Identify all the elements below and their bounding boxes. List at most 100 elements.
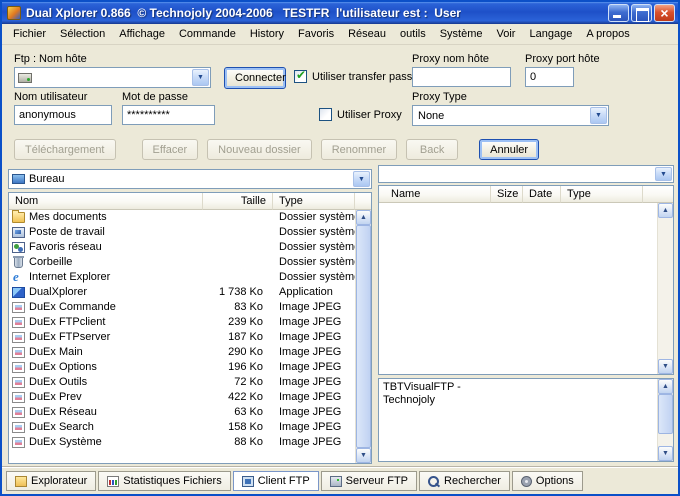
file-row[interactable]: DualXplorer 1 738 Ko Application <box>9 285 355 300</box>
menu-item[interactable]: Favoris <box>291 25 341 43</box>
proxy-host-label: Proxy nom hôte <box>412 53 490 65</box>
proxy-type-combobox[interactable]: None <box>412 105 609 126</box>
column-header-nom[interactable]: Nom <box>9 193 203 210</box>
desktop-icon <box>12 174 25 184</box>
server-ftp-icon <box>329 475 342 487</box>
file-name: DuEx Système <box>29 436 102 448</box>
connect-button[interactable]: Connecter <box>224 67 286 89</box>
menu-item[interactable]: outils <box>393 25 433 43</box>
explorer-icon <box>15 475 27 487</box>
tab-search[interactable]: Rechercher <box>419 471 510 491</box>
minimize-icon[interactable] <box>608 4 629 22</box>
proxy-host-input[interactable] <box>412 67 511 87</box>
local-list-scrollbar[interactable] <box>355 210 371 463</box>
maximize-icon[interactable] <box>631 4 652 22</box>
chevron-down-icon[interactable] <box>590 107 607 124</box>
scroll-up-icon[interactable] <box>658 379 673 394</box>
remote-path-combobox[interactable] <box>378 165 674 183</box>
file-name: Corbeille <box>29 256 73 268</box>
local-file-list: Nom Taille Type Mes documents Dossier sy… <box>8 192 372 464</box>
chevron-down-icon[interactable] <box>655 167 672 181</box>
password-input[interactable] <box>122 105 215 125</box>
column-header-type[interactable]: Type <box>273 193 355 210</box>
local-path-combobox[interactable]: Bureau <box>8 169 372 189</box>
column-header-size[interactable]: Size <box>491 186 523 203</box>
ftp-host-combobox[interactable] <box>14 67 211 88</box>
tab-stats[interactable]: Statistiques Fichiers <box>98 471 231 491</box>
file-name: DuEx Options <box>29 361 97 373</box>
file-row[interactable]: DuEx FTPserver 187 Ko Image JPEG <box>9 330 355 345</box>
file-size: 239 Ko <box>228 316 263 328</box>
toolbar-button[interactable]: Annuler <box>479 139 540 160</box>
scrollbar-thumb[interactable] <box>356 225 371 448</box>
file-row[interactable]: DuEx Prev 422 Ko Image JPEG <box>9 390 355 405</box>
tab-client-ftp[interactable]: Client FTP <box>232 471 319 491</box>
main-area: Bureau Nom Taille Type Mes documents Dos… <box>2 164 678 468</box>
column-header-rtype[interactable]: Type <box>561 186 643 203</box>
image-icon <box>12 377 25 388</box>
file-size: 88 Ko <box>234 436 263 448</box>
toolbar-button: Renommer <box>320 139 398 160</box>
image-icon <box>12 332 25 343</box>
menu-item[interactable]: Affichage <box>112 25 172 43</box>
chevron-down-icon[interactable] <box>353 171 370 187</box>
file-row[interactable]: DuEx FTPclient 239 Ko Image JPEG <box>9 315 355 330</box>
tab-options[interactable]: Options <box>511 471 583 491</box>
scroll-down-icon[interactable] <box>356 448 371 463</box>
column-header-date[interactable]: Date <box>523 186 561 203</box>
file-row[interactable]: DuEx Réseau 63 Ko Image JPEG <box>9 405 355 420</box>
menu-item[interactable]: Sélection <box>53 25 112 43</box>
username-input[interactable] <box>14 105 112 125</box>
scrollbar-track[interactable] <box>658 434 673 446</box>
remote-list-scrollbar[interactable] <box>657 203 673 374</box>
use-proxy-checkbox[interactable]: Utiliser Proxy <box>319 108 402 121</box>
menu-item[interactable]: Système <box>433 25 490 43</box>
scroll-up-icon[interactable] <box>356 210 371 225</box>
file-row[interactable]: Poste de travail Dossier système <box>9 225 355 240</box>
scroll-down-icon[interactable] <box>658 359 673 374</box>
tab-explorer[interactable]: Explorateur <box>6 471 97 491</box>
file-row[interactable]: Corbeille Dossier système <box>9 255 355 270</box>
menu-item[interactable]: History <box>243 25 291 43</box>
passive-transfer-checkbox[interactable]: Utiliser transfer passif <box>294 68 418 83</box>
scrollbar-thumb[interactable] <box>658 394 673 434</box>
menu-item[interactable]: A propos <box>579 25 636 43</box>
proxy-port-input[interactable] <box>525 67 574 87</box>
use-proxy-label: Utiliser Proxy <box>337 108 402 121</box>
stats-icon <box>107 475 120 487</box>
toolbar-button: Téléchargement <box>14 139 116 160</box>
file-size: 187 Ko <box>228 331 263 343</box>
menu-item[interactable]: Fichier <box>6 25 53 43</box>
menu-item[interactable]: Langage <box>522 25 579 43</box>
scrollbar-track[interactable] <box>658 218 673 359</box>
file-row[interactable]: Mes documents Dossier système <box>9 210 355 225</box>
window-title: Dual Xplorer 0.866 © Technojoly 2004-200… <box>26 6 461 20</box>
file-row[interactable]: Favoris réseau Dossier système <box>9 240 355 255</box>
file-row[interactable]: DuEx Options 196 Ko Image JPEG <box>9 360 355 375</box>
file-row[interactable]: Internet Explorer Dossier système <box>9 270 355 285</box>
menu-item[interactable]: Réseau <box>341 25 393 43</box>
file-row[interactable]: DuEx Commande 83 Ko Image JPEG <box>9 300 355 315</box>
checkbox-checked-icon <box>294 68 307 83</box>
chevron-down-icon[interactable] <box>192 69 209 86</box>
menu-item[interactable]: Voir <box>490 25 523 43</box>
scroll-up-icon[interactable] <box>658 203 673 218</box>
file-row[interactable]: DuEx Search 158 Ko Image JPEG <box>9 420 355 435</box>
close-icon[interactable] <box>654 4 675 22</box>
ftp-log-panel[interactable]: TBTVisualFTP - Technojoly <box>378 378 674 462</box>
file-type: Image JPEG <box>279 346 342 358</box>
file-row[interactable]: DuEx Main 290 Ko Image JPEG <box>9 345 355 360</box>
scroll-down-icon[interactable] <box>658 446 673 461</box>
tab-server-ftp[interactable]: Serveur FTP <box>320 471 418 491</box>
log-scrollbar[interactable] <box>657 379 673 461</box>
menu-item[interactable]: Commande <box>172 25 243 43</box>
remote-list-header: Name Size Date Type <box>379 186 673 203</box>
file-type: Image JPEG <box>279 406 342 418</box>
search-icon <box>428 475 440 487</box>
column-header-name[interactable]: Name <box>379 186 491 203</box>
file-row[interactable]: DuEx Système 88 Ko Image JPEG <box>9 435 355 450</box>
image-icon <box>12 422 25 433</box>
column-header-taille[interactable]: Taille <box>203 193 273 210</box>
file-row[interactable]: DuEx Outils 72 Ko Image JPEG <box>9 375 355 390</box>
file-name: DuEx Réseau <box>29 406 97 418</box>
